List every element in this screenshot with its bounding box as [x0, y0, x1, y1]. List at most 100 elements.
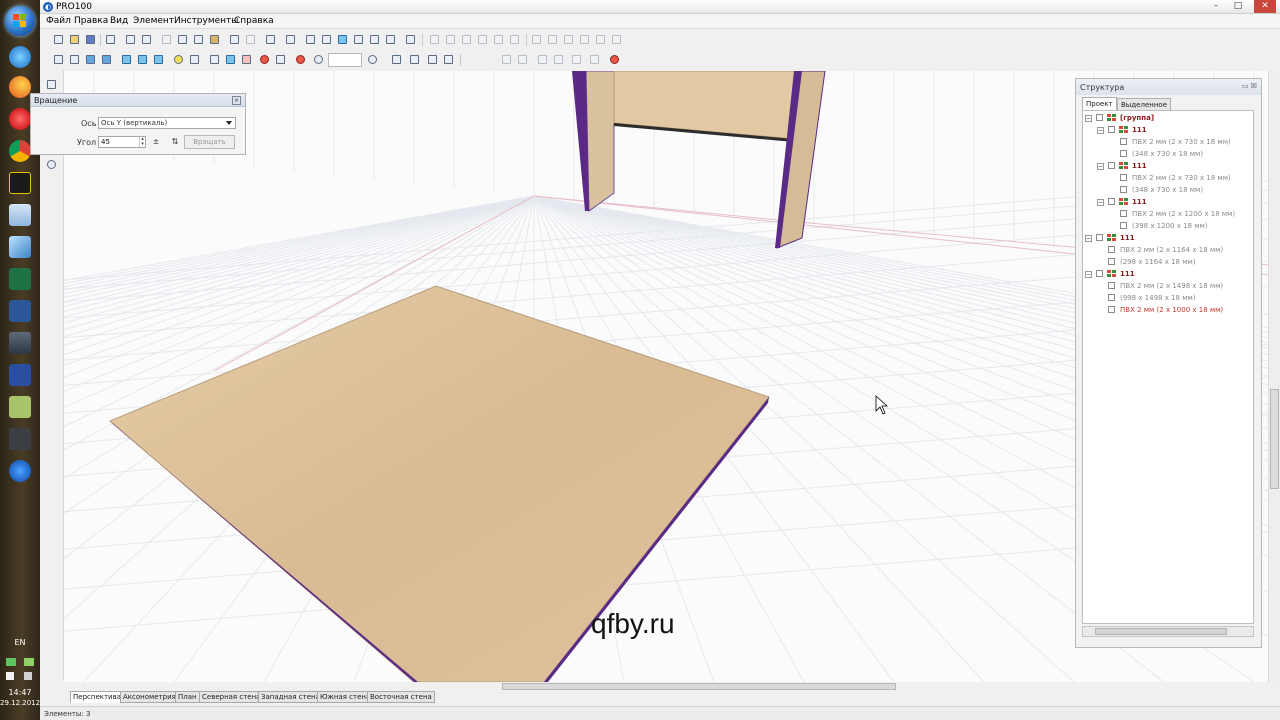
- align-left-icon[interactable]: [428, 33, 441, 46]
- properties-icon[interactable]: [284, 33, 297, 46]
- visibility-checkbox[interactable]: [1120, 210, 1127, 217]
- usb-drive-icon[interactable]: [9, 332, 31, 354]
- catalog-icon[interactable]: [104, 33, 117, 46]
- edge-icon[interactable]: [208, 53, 221, 66]
- copy-doc-icon[interactable]: [176, 33, 189, 46]
- zoom-out-icon[interactable]: [366, 53, 379, 66]
- rotate-button[interactable]: Вращать: [184, 135, 235, 149]
- export-icon[interactable]: [264, 33, 277, 46]
- visibility-checkbox[interactable]: [1108, 162, 1115, 169]
- viewport-horizontal-scrollbar[interactable]: [64, 682, 1268, 691]
- structure-tree[interactable]: − [группа] − 111 ПВХ 2 мм (2 x 730 x 18 мм) (…: [1082, 110, 1254, 624]
- visibility-checkbox[interactable]: [1120, 222, 1127, 229]
- box-icon[interactable]: [52, 53, 65, 66]
- view-left-icon[interactable]: [368, 33, 381, 46]
- menu-element[interactable]: Элемент: [133, 16, 174, 26]
- menu-view[interactable]: Вид: [110, 16, 128, 26]
- view-top-icon[interactable]: [320, 33, 333, 46]
- view-right-icon[interactable]: [384, 33, 397, 46]
- mirror-icon[interactable]: [570, 53, 583, 66]
- upload-arrow-icon[interactable]: [9, 460, 31, 482]
- view-side-icon[interactable]: [352, 33, 365, 46]
- tree-horizontal-scrollbar[interactable]: [1082, 626, 1254, 637]
- align-top-icon[interactable]: [476, 33, 489, 46]
- zoom-level-input[interactable]: [328, 53, 362, 67]
- visibility-checkbox[interactable]: [1120, 150, 1127, 157]
- align-middle-icon[interactable]: [492, 33, 505, 46]
- collision-icon[interactable]: [274, 53, 287, 66]
- axis-select[interactable]: Ось Y (вертикаль): [98, 117, 236, 129]
- grid-icon[interactable]: [240, 53, 253, 66]
- collapse-icon[interactable]: −: [1085, 115, 1092, 122]
- distribute-h-icon[interactable]: [530, 33, 543, 46]
- menu-tools[interactable]: Инструменты: [174, 16, 238, 26]
- clock-time[interactable]: 14:47: [0, 688, 40, 697]
- visibility-checkbox[interactable]: [1108, 306, 1115, 313]
- collapse-icon[interactable]: −: [1085, 235, 1092, 242]
- align-center-icon[interactable]: [444, 33, 457, 46]
- render-solid-icon[interactable]: [136, 53, 149, 66]
- angle-spinner[interactable]: ▴ ▾: [139, 137, 145, 147]
- viewport-vertical-scrollbar[interactable]: [1268, 71, 1280, 682]
- maximize-icon[interactable]: □: [1230, 0, 1246, 13]
- cut-icon[interactable]: [160, 33, 173, 46]
- undo-icon[interactable]: [228, 33, 241, 46]
- batman-app-icon[interactable]: [9, 172, 31, 194]
- paste-icon[interactable]: [208, 33, 221, 46]
- flip-icon[interactable]: [588, 53, 601, 66]
- media-app-icon[interactable]: [9, 428, 31, 450]
- negate-angle-icon[interactable]: ±: [150, 137, 162, 147]
- dimensions-icon[interactable]: [224, 53, 237, 66]
- rotate-left-icon[interactable]: [536, 53, 549, 66]
- new-file-icon[interactable]: [52, 33, 65, 46]
- save-icon[interactable]: [84, 33, 97, 46]
- pointer-tool-icon[interactable]: [45, 78, 58, 91]
- visibility-checkbox[interactable]: [1108, 258, 1115, 265]
- clock-date[interactable]: 29.12.2012: [0, 699, 40, 707]
- visibility-checkbox[interactable]: [1108, 294, 1115, 301]
- language-indicator[interactable]: EN: [0, 638, 40, 647]
- panel-window-buttons[interactable]: ▭ ☒: [1242, 82, 1257, 90]
- firefox-icon[interactable]: [9, 76, 31, 98]
- align-bottom-icon[interactable]: [508, 33, 521, 46]
- folder-green-icon[interactable]: [9, 396, 31, 418]
- dialog-close-icon[interactable]: ×: [232, 96, 241, 105]
- magnet-icon[interactable]: [258, 53, 271, 66]
- flag-tray-icon[interactable]: [6, 672, 14, 680]
- windows-start-button[interactable]: [5, 6, 35, 36]
- visibility-checkbox[interactable]: [1120, 186, 1127, 193]
- visibility-checkbox[interactable]: [1120, 174, 1127, 181]
- box-open-icon[interactable]: [68, 53, 81, 66]
- collapse-icon[interactable]: −: [1085, 271, 1092, 278]
- excel-icon[interactable]: [9, 268, 31, 290]
- same-width-icon[interactable]: [562, 33, 575, 46]
- same-height-icon[interactable]: [578, 33, 591, 46]
- visibility-checkbox[interactable]: [1108, 198, 1115, 205]
- visibility-checkbox[interactable]: [1096, 114, 1103, 121]
- align-right-icon[interactable]: [460, 33, 473, 46]
- print-preview-icon[interactable]: [140, 33, 153, 46]
- chrome-icon[interactable]: [9, 140, 31, 162]
- view-front-icon[interactable]: [304, 33, 317, 46]
- network-tray-icon[interactable]: [6, 658, 16, 666]
- tab-south-wall[interactable]: Южная стена: [317, 691, 374, 703]
- swap-icon[interactable]: ⇅: [169, 137, 181, 147]
- monitor-tray-icon[interactable]: [24, 672, 32, 680]
- tab-project[interactable]: Проект: [1082, 97, 1117, 110]
- formula-icon[interactable]: [404, 33, 417, 46]
- tab-west-wall[interactable]: Западная стена: [258, 691, 323, 703]
- rotation-dialog-header[interactable]: Вращение ×: [31, 94, 245, 107]
- move-down-icon[interactable]: [516, 53, 529, 66]
- collapse-icon[interactable]: −: [1097, 127, 1104, 134]
- material-icon[interactable]: [188, 53, 201, 66]
- same-size-icon[interactable]: [610, 33, 623, 46]
- tab-plan[interactable]: План: [175, 691, 200, 703]
- word-icon[interactable]: [9, 300, 31, 322]
- collapse-icon[interactable]: −: [1097, 163, 1104, 170]
- tab-east-wall[interactable]: Восточная стена: [367, 691, 435, 703]
- view-perspective-icon[interactable]: [336, 33, 349, 46]
- target-icon[interactable]: [294, 53, 307, 66]
- volume-tray-icon[interactable]: [24, 658, 34, 666]
- visibility-checkbox[interactable]: [1096, 234, 1103, 241]
- lifebuoy-icon[interactable]: [608, 53, 621, 66]
